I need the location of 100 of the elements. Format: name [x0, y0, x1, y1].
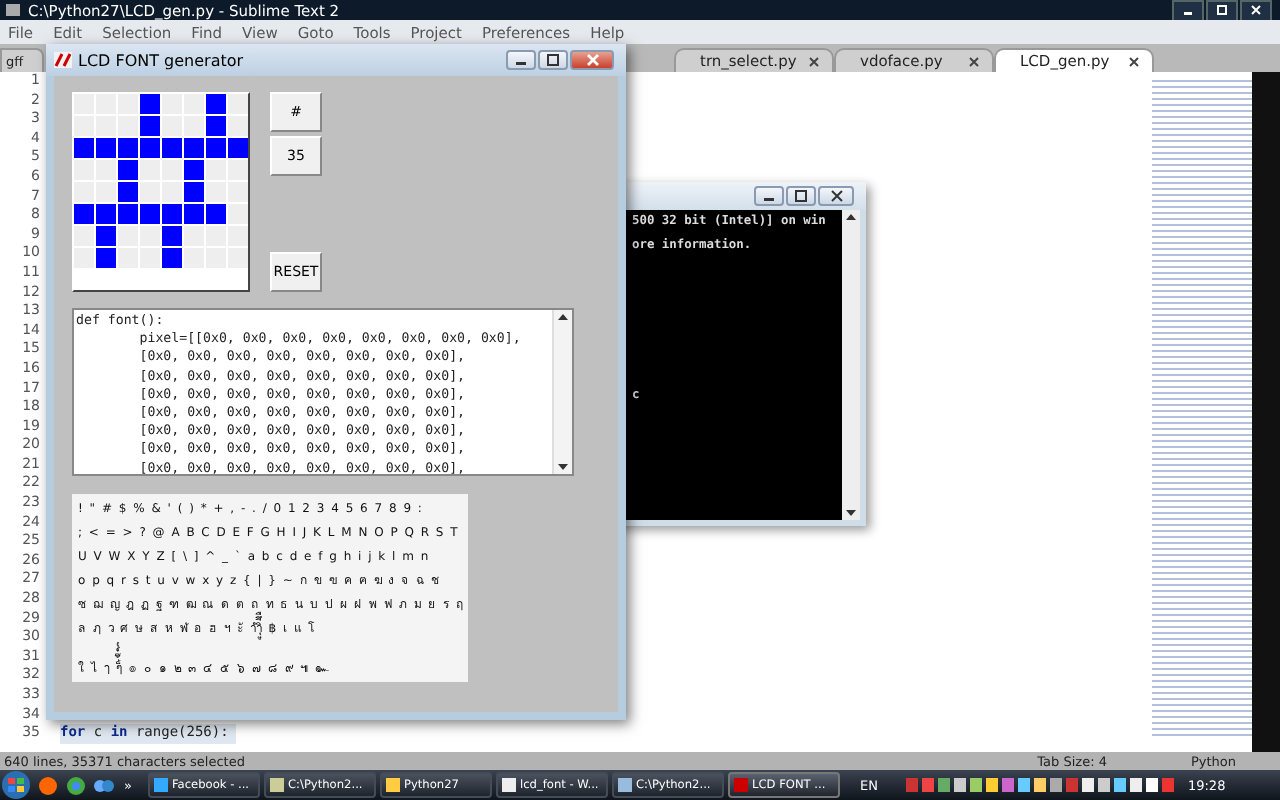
minimize-button[interactable]	[1172, 0, 1204, 21]
minimap-drawing[interactable]	[1152, 80, 1252, 736]
scroll-bar[interactable]	[552, 310, 572, 474]
pixel-cell[interactable]	[184, 138, 204, 158]
pixel-cell[interactable]	[206, 204, 226, 224]
pixel-cell[interactable]	[140, 204, 160, 224]
browser-icon[interactable]	[36, 773, 60, 797]
browser-icon[interactable]	[64, 773, 88, 797]
scroll-down-icon	[842, 506, 860, 520]
pixel-cell[interactable]	[74, 116, 94, 136]
close-button[interactable]	[1240, 0, 1272, 21]
pixel-cell[interactable]	[206, 94, 226, 114]
pixel-cell[interactable]	[184, 182, 204, 202]
pixel-cell[interactable]	[96, 94, 116, 114]
pixel-cell[interactable]	[206, 160, 226, 180]
pixel-cell[interactable]	[140, 160, 160, 180]
pixel-cell[interactable]	[184, 248, 204, 268]
pixel-cell[interactable]	[118, 226, 138, 246]
pixel-cell[interactable]	[74, 138, 94, 158]
pixel-cell[interactable]	[96, 160, 116, 180]
window-icon	[617, 778, 632, 792]
pixel-cell[interactable]	[228, 204, 248, 224]
pixel-cell[interactable]	[118, 248, 138, 268]
close-icon[interactable]	[968, 55, 980, 67]
close-icon[interactable]	[1128, 55, 1140, 67]
pixel-cell[interactable]	[228, 182, 248, 202]
vertical-scroll-bar[interactable]	[1252, 72, 1280, 752]
maximize-icon	[1214, 4, 1230, 16]
pixel-cell[interactable]	[140, 248, 160, 268]
pixel-cell[interactable]	[74, 182, 94, 202]
pixel-cell[interactable]	[228, 248, 248, 268]
window-icon	[269, 778, 284, 792]
pixel-cell[interactable]	[74, 160, 94, 180]
pixel-cell[interactable]	[118, 116, 138, 136]
pixel-cell[interactable]	[162, 116, 182, 136]
pixel-cell[interactable]	[162, 94, 182, 114]
pixel-cell[interactable]	[184, 226, 204, 246]
window-icon	[501, 778, 516, 792]
pixel-cell[interactable]	[206, 138, 226, 158]
pixel-cell[interactable]	[206, 182, 226, 202]
minimize-button[interactable]	[506, 50, 536, 70]
app-icon	[4, 2, 22, 18]
pixel-cell[interactable]	[96, 226, 116, 246]
window-title: LCD FONT generator	[78, 51, 244, 69]
start-button-icon[interactable]	[0, 770, 32, 800]
pixel-cell[interactable]	[140, 94, 160, 114]
close-icon[interactable]	[808, 55, 820, 67]
pixel-cell[interactable]	[96, 204, 116, 224]
pixel-cell[interactable]	[96, 116, 116, 136]
pixel-cell[interactable]	[184, 160, 204, 180]
tray-icons-drawing[interactable]	[905, 772, 1178, 798]
pixel-cell[interactable]	[162, 182, 182, 202]
pixel-cell[interactable]	[96, 138, 116, 158]
maximize-button[interactable]	[538, 50, 568, 70]
pixel-cell[interactable]	[96, 182, 116, 202]
close-button[interactable]	[818, 186, 854, 206]
pixel-cell[interactable]	[74, 204, 94, 224]
pixel-cell[interactable]	[74, 248, 94, 268]
pixel-cell[interactable]	[206, 226, 226, 246]
pixel-cell[interactable]	[162, 248, 182, 268]
pixel-cell[interactable]	[74, 94, 94, 114]
pixel-cell[interactable]	[162, 160, 182, 180]
pixel-cell[interactable]	[140, 138, 160, 158]
close-icon	[827, 188, 845, 204]
pixel-cell[interactable]	[184, 94, 204, 114]
pixel-cell[interactable]	[184, 116, 204, 136]
maximize-button[interactable]	[1206, 0, 1238, 21]
pixel-cell[interactable]	[184, 204, 204, 224]
pixel-cell[interactable]	[118, 94, 138, 114]
window-icon	[733, 778, 748, 792]
code-text-area[interactable]	[72, 308, 574, 476]
window-icon	[385, 778, 400, 792]
pixel-cell[interactable]	[162, 226, 182, 246]
close-icon	[1248, 4, 1264, 16]
maximize-icon	[792, 188, 810, 204]
pixel-cell[interactable]	[228, 116, 248, 136]
pixel-cell[interactable]	[96, 248, 116, 268]
maximize-icon	[544, 52, 562, 68]
pixel-cell[interactable]	[118, 204, 138, 224]
pixel-cell[interactable]	[228, 226, 248, 246]
pixel-cell[interactable]	[162, 204, 182, 224]
pixel-cell[interactable]	[74, 226, 94, 246]
scroll-down-icon	[554, 460, 572, 474]
maximize-button[interactable]	[786, 186, 816, 206]
pixel-cell[interactable]	[118, 138, 138, 158]
pixel-cell[interactable]	[118, 160, 138, 180]
pixel-cell[interactable]	[162, 138, 182, 158]
pixel-cell[interactable]	[118, 182, 138, 202]
close-icon	[583, 52, 601, 68]
pixel-cell[interactable]	[228, 94, 248, 114]
pixel-cell[interactable]	[140, 182, 160, 202]
scroll-up-icon	[554, 310, 572, 324]
pixel-cell[interactable]	[140, 226, 160, 246]
minimize-button[interactable]	[754, 186, 784, 206]
pixel-cell[interactable]	[228, 138, 248, 158]
window-icon	[153, 778, 168, 792]
pixel-cell[interactable]	[140, 116, 160, 136]
pixel-cell[interactable]	[206, 116, 226, 136]
scroll-bar[interactable]	[842, 210, 860, 520]
pixel-cell[interactable]	[228, 160, 248, 180]
